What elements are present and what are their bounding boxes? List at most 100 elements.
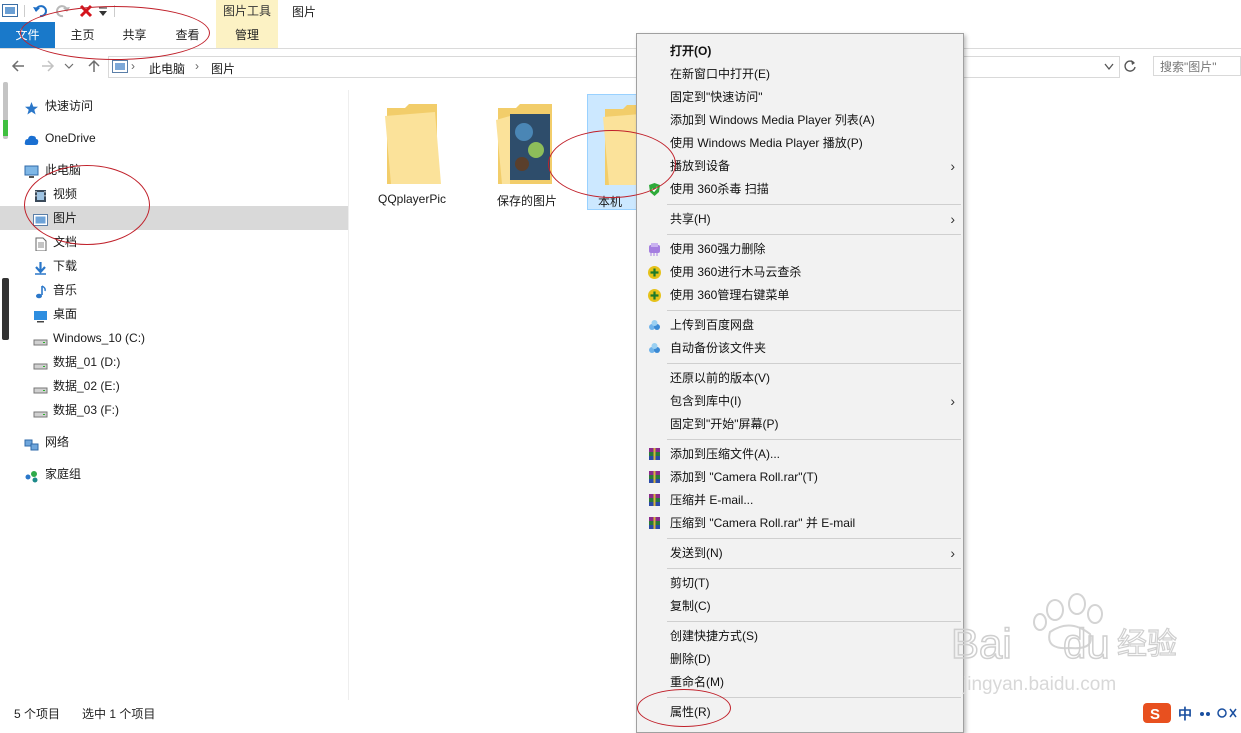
forward-arrow-icon[interactable] — [40, 58, 56, 74]
sidebar-item-label: 音乐 — [53, 283, 78, 297]
menu-item[interactable]: 固定到"快速访问" — [637, 86, 963, 109]
menu-item-label: 在新窗口中打开(E) — [670, 67, 770, 81]
svg-text:S: S — [1150, 706, 1160, 723]
back-arrow-icon[interactable] — [10, 58, 26, 74]
punctuation-icon[interactable] — [1198, 706, 1212, 720]
submenu-chevron-icon: › — [950, 545, 955, 561]
menu-item-label: 上传到百度网盘 — [670, 318, 755, 332]
context-menu: 打开(O) 在新窗口中打开(E) 固定到"快速访问" 添加到 Windows Medi… — [636, 33, 964, 733]
sidebar-item-star[interactable]: 快速访问 — [0, 94, 348, 118]
baidu-watermark: Bai du 经验 jingyan.baidu.com — [945, 588, 1185, 698]
menu-item[interactable]: 使用 360强力删除 — [637, 238, 963, 261]
sidebar-item-download[interactable]: 下载 — [0, 254, 348, 278]
menu-item[interactable]: 复制(C) — [637, 595, 963, 618]
menu-item[interactable]: 创建快捷方式(S) — [637, 625, 963, 648]
menu-separator — [667, 621, 961, 622]
tray-extra-icon[interactable] — [1216, 706, 1238, 720]
winrar-icon — [647, 493, 662, 508]
menu-item[interactable]: 使用 360管理右键菜单 — [637, 284, 963, 307]
annotation-ring-properties — [637, 689, 731, 727]
sidebar-item-homegroup[interactable]: 家庭组 — [0, 462, 348, 486]
menu-separator — [667, 310, 961, 311]
menu-item-label: 使用 360杀毒 扫描 — [670, 182, 769, 196]
menu-item[interactable]: 剪切(T) — [637, 572, 963, 595]
sidebar-item-drive[interactable]: Windows_10 (C:) — [0, 326, 348, 350]
menu-item[interactable]: 播放到设备 › — [637, 155, 963, 178]
menu-item[interactable]: 还原以前的版本(V) — [637, 367, 963, 390]
menu-item[interactable]: 自动备份该文件夹 — [637, 337, 963, 360]
sidebar-item-drive[interactable]: 数据_03 (F:) — [0, 398, 348, 422]
address-bar[interactable]: › 此电脑 › 图片 — [108, 56, 1120, 78]
window-title: 图片 — [292, 5, 317, 19]
sidebar-item-network[interactable]: 网络 — [0, 430, 348, 454]
cloud-icon — [24, 131, 39, 145]
submenu-chevron-icon: › — [950, 211, 955, 227]
sidebar-item-desktop[interactable]: 桌面 — [0, 302, 348, 326]
recent-locations-chevron-icon[interactable] — [64, 61, 74, 71]
breadcrumb-this-pc[interactable]: 此电脑 — [149, 60, 185, 77]
homegroup-icon — [24, 467, 39, 483]
refresh-icon[interactable] — [1122, 58, 1138, 74]
menu-item[interactable]: 删除(D) — [637, 648, 963, 671]
menu-item[interactable]: 使用 360进行木马云查杀 — [637, 261, 963, 284]
menu-item-label: 打开(O) — [670, 44, 712, 58]
breadcrumb-pictures[interactable]: 图片 — [211, 60, 235, 77]
menu-item[interactable]: 添加到 "Camera Roll.rar"(T) — [637, 466, 963, 489]
search-input[interactable]: 搜索"图片" — [1153, 56, 1241, 76]
menu-item[interactable]: 压缩到 "Camera Roll.rar" 并 E-mail — [637, 512, 963, 535]
trojan-360-icon — [647, 265, 662, 280]
menu-item[interactable]: 使用 360杀毒 扫描 — [637, 178, 963, 201]
menu-item[interactable]: 压缩并 E-mail... — [637, 489, 963, 512]
sidebar-item-label: 数据_02 (E:) — [53, 379, 120, 393]
baidu-paw-logo: Bai du 经验 jingyan.baidu.com — [950, 593, 1178, 695]
menu-item[interactable]: 发送到(N) › — [637, 542, 963, 565]
folder-tile-qqplayerpic[interactable]: QQplayerPic — [369, 94, 455, 210]
baidu-backup-icon — [647, 341, 662, 356]
toolbar-divider — [24, 5, 25, 17]
menu-item-label: 复制(C) — [670, 599, 711, 613]
menu-item-label: 使用 Windows Media Player 播放(P) — [670, 136, 863, 150]
up-arrow-icon[interactable] — [86, 58, 102, 74]
menu-item-label: 自动备份该文件夹 — [670, 341, 767, 355]
menu-item-label: 删除(D) — [670, 652, 711, 666]
menu-item[interactable]: 固定到"开始"屏幕(P) — [637, 413, 963, 436]
winrar-icon — [647, 516, 662, 531]
menu-item[interactable]: 添加到压缩文件(A)... — [637, 443, 963, 466]
menu-item[interactable]: 打开(O) — [637, 40, 963, 63]
menu-item-label: 使用 360管理右键菜单 — [670, 288, 790, 302]
menu-item-label: 添加到 "Camera Roll.rar"(T) — [670, 470, 818, 484]
computer-icon — [24, 163, 39, 178]
menu-separator — [667, 363, 961, 364]
pictures-location-icon — [112, 60, 128, 73]
menu-separator — [667, 439, 961, 440]
menu-item[interactable]: 在新窗口中打开(E) — [637, 63, 963, 86]
item-count: 5 个项目 — [14, 707, 61, 721]
menu-360-icon — [647, 288, 662, 303]
ime-mode-label[interactable]: 中 — [1178, 704, 1192, 724]
pane-divider[interactable] — [348, 90, 349, 700]
menu-item[interactable]: 共享(H) › — [637, 208, 963, 231]
sidebar-item-cloud[interactable]: OneDrive — [0, 126, 348, 150]
sidebar-item-music[interactable]: 音乐 — [0, 278, 348, 302]
menu-item-label: 播放到设备 — [670, 159, 731, 173]
menu-item[interactable]: 上传到百度网盘 — [637, 314, 963, 337]
menu-item[interactable]: 使用 Windows Media Player 播放(P) — [637, 132, 963, 155]
sidebar-item-drive[interactable]: 数据_02 (E:) — [0, 374, 348, 398]
sidebar-item-label: 下载 — [53, 259, 78, 273]
document-icon — [33, 235, 48, 252]
menu-item[interactable]: 包含到库中(I) › — [637, 390, 963, 413]
desktop-icon — [33, 307, 48, 323]
sidebar-item-label: 数据_03 (F:) — [53, 403, 120, 417]
svg-text:经验: 经验 — [1117, 627, 1177, 662]
tab-manage[interactable]: 管理 — [216, 22, 278, 48]
address-dropdown-chevron-icon[interactable] — [1104, 63, 1114, 71]
drive-icon — [33, 355, 48, 370]
drive-icon — [33, 403, 48, 418]
menu-item-label: 使用 360强力删除 — [670, 242, 766, 256]
drive-icon — [33, 331, 48, 346]
menu-separator — [667, 538, 961, 539]
winrar-icon — [647, 470, 662, 485]
menu-item[interactable]: 添加到 Windows Media Player 列表(A) — [637, 109, 963, 132]
sogou-ime-icon[interactable]: S — [1142, 702, 1172, 724]
sidebar-item-drive[interactable]: 数据_01 (D:) — [0, 350, 348, 374]
